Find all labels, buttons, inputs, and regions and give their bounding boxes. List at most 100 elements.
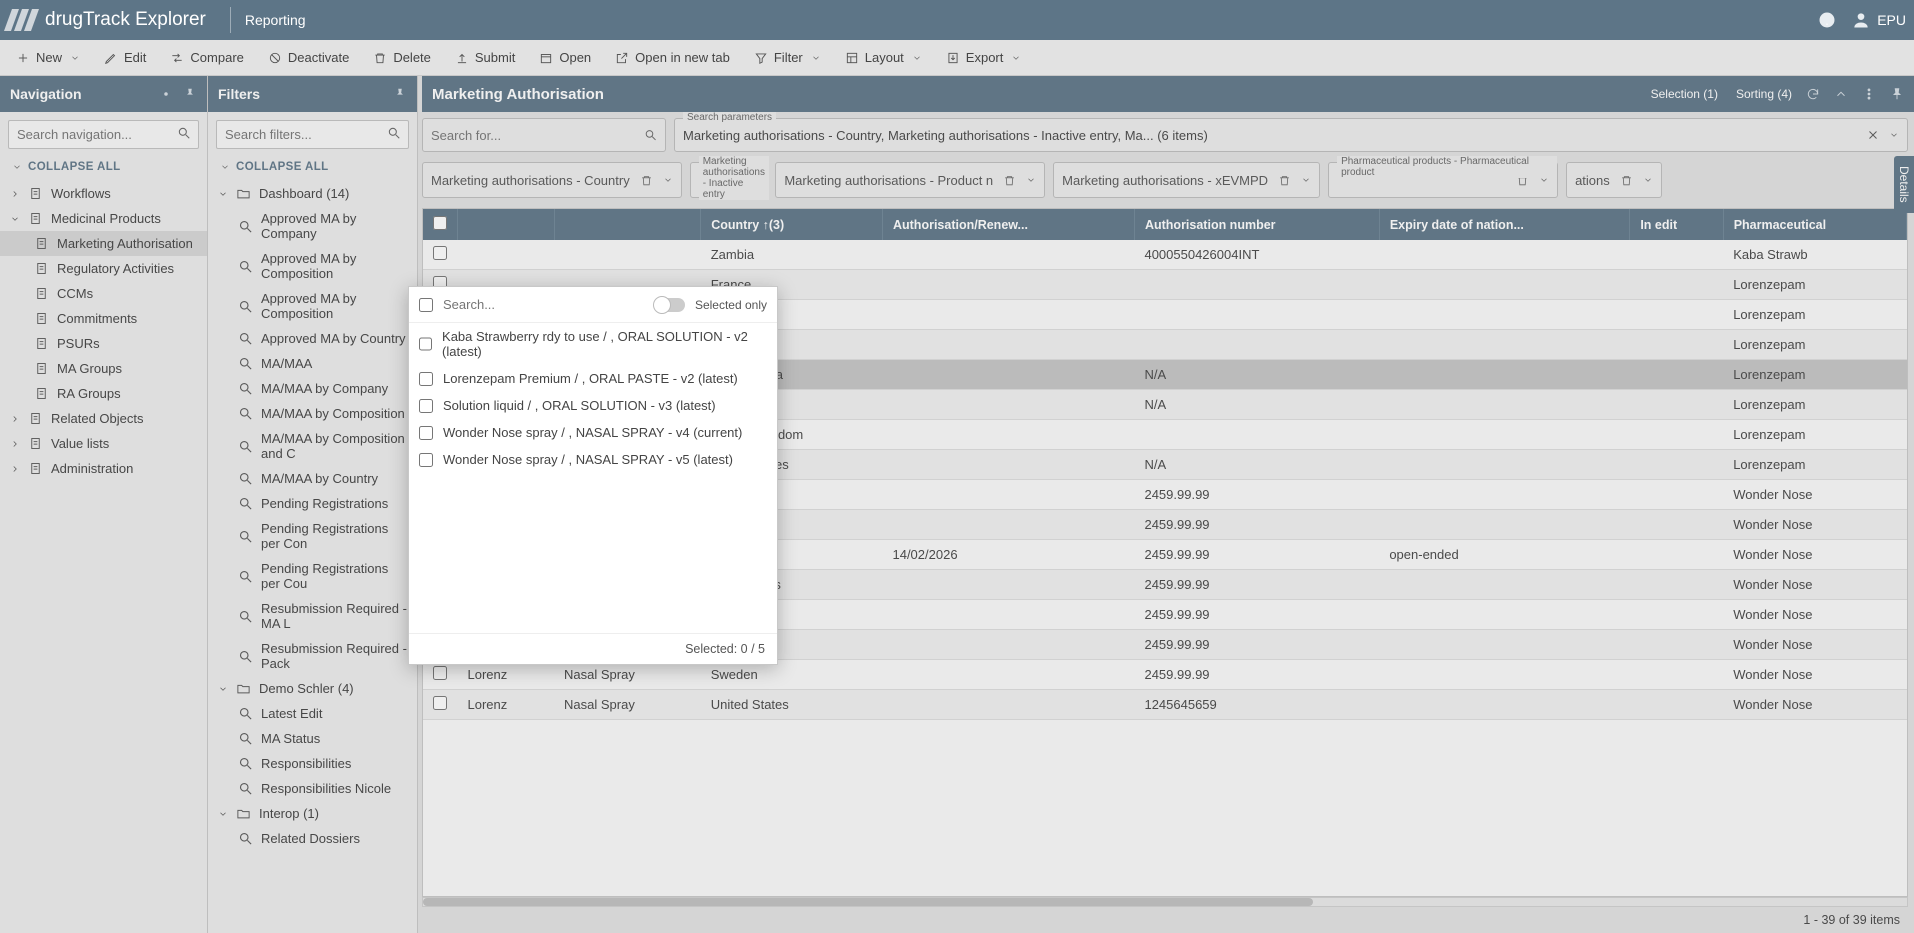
filter-item[interactable]: MA Status: [208, 726, 417, 751]
navigation-search[interactable]: [8, 120, 199, 149]
content-search-input[interactable]: [431, 128, 644, 143]
filter-chip[interactable]: Pharmaceutical products - Pharmaceutical…: [1328, 162, 1558, 198]
trash-icon[interactable]: [640, 174, 653, 187]
filter-item[interactable]: MA/MAA by Country: [208, 466, 417, 491]
nav-item[interactable]: Related Objects: [0, 406, 207, 431]
filter-chip[interactable]: ations: [1566, 162, 1662, 198]
gear-icon[interactable]: [159, 87, 173, 101]
table-row[interactable]: Zambia4000550426004INTKaba Strawb: [423, 240, 1907, 270]
pin-icon[interactable]: [1890, 87, 1904, 101]
filter-item[interactable]: MA/MAA by Composition and C: [208, 426, 417, 466]
filter-chip[interactable]: Marketing authorisations - Inactive entr…: [690, 162, 768, 198]
pin-icon[interactable]: [183, 87, 197, 101]
navigation-search-input[interactable]: [8, 120, 199, 149]
refresh-icon[interactable]: [1806, 87, 1820, 101]
popover-option-checkbox[interactable]: [419, 426, 433, 440]
filter-item[interactable]: Resubmission Required - Pack: [208, 636, 417, 676]
nav-subitem[interactable]: Commitments: [0, 306, 207, 331]
column-header[interactable]: Expiry date of nation...: [1379, 209, 1629, 240]
filter-item[interactable]: MA/MAA: [208, 351, 417, 376]
open-new-tab-button[interactable]: Open in new tab: [605, 46, 740, 69]
filter-item[interactable]: Responsibilities Nicole: [208, 776, 417, 801]
filter-item[interactable]: Related Dossiers: [208, 826, 417, 851]
popover-option-checkbox[interactable]: [419, 372, 433, 386]
filter-button[interactable]: Filter: [744, 46, 831, 69]
filter-group[interactable]: Dashboard (14): [208, 181, 417, 206]
filter-item[interactable]: MA/MAA by Company: [208, 376, 417, 401]
trash-icon[interactable]: [1003, 174, 1016, 187]
popover-option-checkbox[interactable]: [419, 453, 433, 467]
nav-subitem[interactable]: RA Groups: [0, 381, 207, 406]
popover-option[interactable]: Lorenzepam Premium / , ORAL PASTE - v2 (…: [409, 365, 777, 392]
column-header[interactable]: Country ↑(3): [701, 209, 883, 240]
chevron-down-icon[interactable]: [1301, 175, 1311, 185]
nav-collapse-all[interactable]: COLLAPSE ALL: [0, 157, 207, 181]
user-menu[interactable]: EPU: [1851, 10, 1906, 30]
nav-subitem[interactable]: Regulatory Activities: [0, 256, 207, 281]
column-header[interactable]: Authorisation/Renew...: [882, 209, 1134, 240]
column-header[interactable]: [458, 209, 555, 240]
open-button[interactable]: Open: [529, 46, 601, 69]
deactivate-button[interactable]: Deactivate: [258, 46, 359, 69]
nav-subitem[interactable]: CCMs: [0, 281, 207, 306]
edit-button[interactable]: Edit: [94, 46, 156, 69]
column-header[interactable]: [423, 209, 458, 240]
popover-option[interactable]: Wonder Nose spray / , NASAL SPRAY - v5 (…: [409, 446, 777, 473]
table-row[interactable]: LorenzNasal SprayUnited States1245645659…: [423, 690, 1907, 720]
delete-button[interactable]: Delete: [363, 46, 441, 69]
chevron-up-icon[interactable]: [1834, 87, 1848, 101]
selection-status[interactable]: Selection (1): [1651, 87, 1718, 101]
trash-icon[interactable]: [1620, 174, 1633, 187]
filters-collapse-all[interactable]: COLLAPSE ALL: [208, 157, 417, 181]
filter-item[interactable]: MA/MAA by Composition: [208, 401, 417, 426]
filters-search[interactable]: [216, 120, 409, 149]
row-checkbox[interactable]: [433, 696, 447, 710]
layout-button[interactable]: Layout: [835, 46, 932, 69]
filter-chip[interactable]: Marketing authorisations - Product n: [775, 162, 1045, 198]
filter-chip[interactable]: Marketing authorisations - Country: [422, 162, 682, 198]
scrollbar-thumb[interactable]: [423, 898, 1313, 906]
filter-group[interactable]: Demo Schler (4): [208, 676, 417, 701]
selected-only-toggle[interactable]: [655, 298, 685, 312]
popover-option-checkbox[interactable]: [419, 399, 433, 413]
clear-icon[interactable]: [1867, 129, 1879, 141]
more-icon[interactable]: [1862, 87, 1876, 101]
nav-item[interactable]: Administration: [0, 456, 207, 481]
popover-option[interactable]: Solution liquid / , ORAL SOLUTION - v3 (…: [409, 392, 777, 419]
column-header[interactable]: In edit: [1630, 209, 1723, 240]
column-header[interactable]: Authorisation number: [1134, 209, 1379, 240]
nav-subitem[interactable]: MA Groups: [0, 356, 207, 381]
horizontal-scrollbar[interactable]: [422, 897, 1908, 907]
export-button[interactable]: Export: [936, 46, 1032, 69]
filter-item[interactable]: Approved MA by Composition: [208, 246, 417, 286]
content-search-box[interactable]: [422, 118, 666, 152]
trash-icon[interactable]: [1278, 174, 1291, 187]
filter-item[interactable]: Approved MA by Composition: [208, 286, 417, 326]
popover-search-input[interactable]: [443, 293, 645, 316]
filter-item[interactable]: Approved MA by Country: [208, 326, 417, 351]
pin-icon[interactable]: [393, 87, 407, 101]
nav-item[interactable]: Value lists: [0, 431, 207, 456]
filter-item[interactable]: Pending Registrations: [208, 491, 417, 516]
chevron-down-icon[interactable]: [1643, 175, 1653, 185]
popover-option[interactable]: Wonder Nose spray / , NASAL SPRAY - v4 (…: [409, 419, 777, 446]
filter-group[interactable]: Interop (1): [208, 801, 417, 826]
filter-item[interactable]: Latest Edit: [208, 701, 417, 726]
column-header[interactable]: Pharmaceutical: [1723, 209, 1906, 240]
filter-item[interactable]: Pending Registrations per Con: [208, 516, 417, 556]
popover-option-checkbox[interactable]: [419, 337, 432, 351]
filter-item[interactable]: Pending Registrations per Cou: [208, 556, 417, 596]
chevron-down-icon[interactable]: [1889, 130, 1899, 140]
details-tab[interactable]: Details: [1894, 156, 1914, 213]
submit-button[interactable]: Submit: [445, 46, 525, 69]
sorting-status[interactable]: Sorting (4): [1736, 87, 1792, 101]
row-checkbox[interactable]: [433, 246, 447, 260]
nav-item[interactable]: Medicinal Products: [0, 206, 207, 231]
filter-chip[interactable]: Marketing authorisations - xEVMPD: [1053, 162, 1320, 198]
column-header[interactable]: [554, 209, 701, 240]
chevron-down-icon[interactable]: [1026, 175, 1036, 185]
help-icon[interactable]: [1817, 10, 1837, 30]
filter-item[interactable]: Resubmission Required - MA L: [208, 596, 417, 636]
filter-item[interactable]: Approved MA by Company: [208, 206, 417, 246]
popover-select-all-checkbox[interactable]: [419, 298, 433, 312]
